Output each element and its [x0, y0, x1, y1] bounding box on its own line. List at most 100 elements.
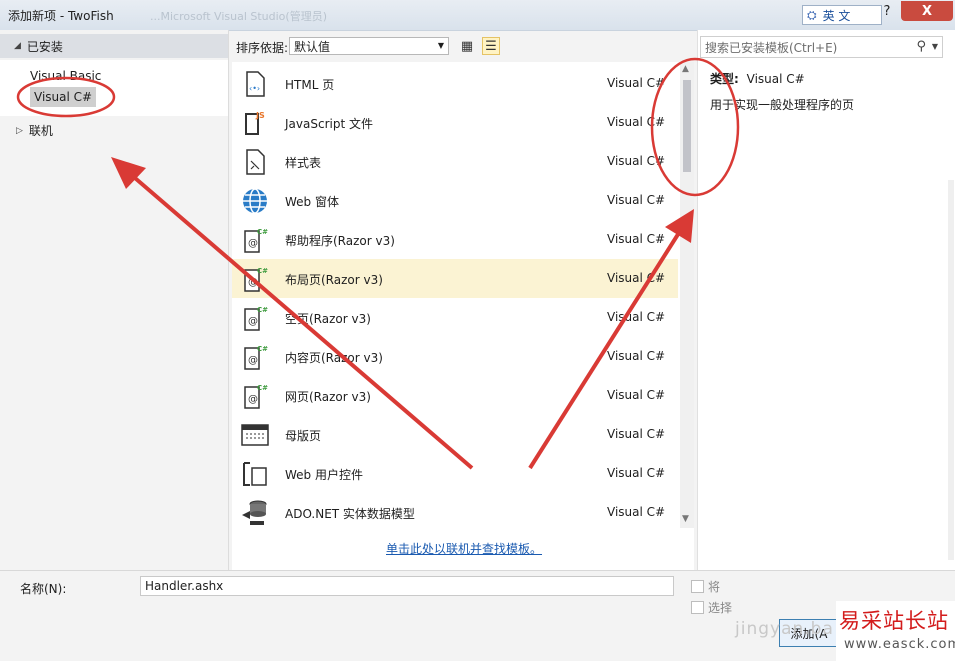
category-panel: ◢ 已安装 Visual Basic Visual C# ▷ 联机 — [0, 30, 229, 570]
svg-text:@: @ — [248, 277, 258, 288]
tree-item-online[interactable]: ▷ 联机 — [16, 122, 53, 139]
tree-item-visual-csharp[interactable]: Visual C# — [30, 87, 97, 107]
list-view-button[interactable]: ☰ — [482, 37, 500, 55]
grid-view-icon: ▦ — [460, 38, 474, 54]
javascript-file-icon: JS — [240, 109, 270, 137]
svg-text:C#: C# — [257, 267, 268, 275]
tree-item-visual-basic[interactable]: Visual Basic — [30, 66, 101, 86]
razor-file-icon: @ C# — [240, 226, 270, 254]
template-name: JavaScript 文件 — [285, 117, 373, 131]
details-panel: 搜索已安装模板(Ctrl+E) ⚲ ▼ 类型: Visual C# 用于实现一般… — [697, 30, 955, 570]
template-name: Web 用户控件 — [285, 468, 363, 482]
scrollbar-thumb[interactable] — [683, 80, 691, 172]
sort-label: 排序依据: — [236, 41, 289, 55]
template-lang: Visual C# — [607, 427, 666, 441]
title-bar: 添加新项 - TwoFish ...Microsoft Visual Studi… — [0, 0, 955, 31]
search-icon[interactable]: ⚲ — [916, 39, 926, 54]
template-lang: Visual C# — [607, 466, 666, 480]
template-row[interactable]: JS JavaScript 文件 Visual C# — [232, 103, 678, 142]
expanded-triangle-icon: ◢ — [14, 41, 21, 51]
razor-file-icon: @ C# — [240, 382, 270, 410]
template-lang: Visual C# — [607, 349, 666, 363]
installed-header[interactable]: ◢ 已安装 — [0, 34, 228, 58]
user-control-icon — [240, 460, 270, 488]
template-row[interactable]: @ C# 空页(Razor v3) Visual C# — [232, 298, 678, 337]
template-row[interactable]: 样式表 Visual C# — [232, 142, 678, 181]
svg-text:@: @ — [248, 355, 258, 366]
entity-model-icon — [240, 499, 270, 527]
search-placeholder: 搜索已安装模板(Ctrl+E) — [705, 40, 838, 55]
search-options-arrow-icon[interactable]: ▼ — [932, 42, 938, 51]
help-button[interactable]: ? — [877, 1, 897, 21]
template-name: 空页(Razor v3) — [285, 312, 371, 326]
name-label: 名称(N): — [20, 582, 67, 596]
medium-icons-view-button[interactable]: ▦ — [458, 37, 476, 55]
installed-label: 已安装 — [26, 39, 63, 54]
template-list: ‹•› HTML 页 Visual C# JS JavaScript 文件 Vi… — [232, 62, 694, 570]
template-name: 母版页 — [285, 429, 322, 443]
template-name: 布局页(Razor v3) — [285, 273, 383, 287]
template-lang: Visual C# — [607, 115, 666, 129]
template-name: 网页(Razor v3) — [285, 390, 371, 404]
template-row[interactable]: Web 用户控件 Visual C# — [232, 454, 678, 493]
template-lang: Visual C# — [607, 76, 666, 90]
template-name: ADO.NET 实体数据模型 — [285, 507, 415, 521]
search-input[interactable]: 搜索已安装模板(Ctrl+E) ⚲ ▼ — [700, 36, 943, 58]
template-name: Web 窗体 — [285, 195, 339, 209]
type-label: 类型: — [710, 72, 739, 86]
template-row[interactable]: ‹•› HTML 页 Visual C# — [232, 64, 678, 103]
template-lang: Visual C# — [607, 505, 666, 519]
details-scrollbar[interactable] — [948, 180, 954, 560]
type-line: 类型: Visual C# — [710, 70, 805, 87]
razor-file-icon: @ C# — [240, 343, 270, 371]
svg-text:‹•›: ‹•› — [249, 84, 260, 93]
template-lang: Visual C# — [607, 310, 666, 324]
template-row[interactable]: @ C# 帮助程序(Razor v3) Visual C# — [232, 220, 678, 259]
find-templates-online-link[interactable]: 单击此处以联机并查找模板。 — [386, 540, 542, 557]
svg-text:@: @ — [248, 238, 258, 249]
checkbox-1-label: 将 — [708, 580, 721, 594]
ime-indicator[interactable]: ⛭ 英 文 — [802, 5, 882, 25]
template-row[interactable]: @ C# 网页(Razor v3) Visual C# — [232, 376, 678, 415]
template-name: 内容页(Razor v3) — [285, 351, 383, 365]
template-row[interactable]: ADO.NET 实体数据模型 Visual C# — [232, 493, 678, 532]
template-lang: Visual C# — [607, 271, 666, 285]
name-field[interactable]: Handler.ashx — [140, 576, 674, 596]
checkbox-2[interactable] — [691, 601, 704, 614]
jingyan-watermark: jingyan.ba — [735, 619, 834, 639]
svg-text:@: @ — [248, 394, 258, 405]
template-row[interactable]: 母版页 Visual C# — [232, 415, 678, 454]
checkbox-1[interactable] — [691, 580, 704, 593]
svg-text:C#: C# — [257, 345, 268, 353]
html-page-icon: ‹•› — [240, 70, 270, 98]
list-view-icon: ☰ — [485, 38, 497, 54]
template-lang: Visual C# — [607, 154, 666, 168]
scroll-up-icon[interactable]: ▲ — [682, 64, 689, 74]
template-toolbar: 排序依据: 默认值 ▼ ▦ ☰ — [228, 30, 694, 62]
online-label: 联机 — [28, 124, 53, 138]
template-row[interactable]: Web 窗体 Visual C# — [232, 181, 678, 220]
template-list-scrollbar[interactable]: ▲ ▼ — [680, 62, 694, 528]
template-lang: Visual C# — [607, 388, 666, 402]
stylesheet-icon — [240, 148, 270, 176]
svg-text:C#: C# — [257, 384, 268, 392]
ime-label: 英 文 — [822, 8, 851, 23]
svg-text:JS: JS — [255, 111, 265, 120]
template-description: 用于实现一般处理程序的页 — [710, 98, 855, 112]
master-page-icon — [240, 421, 270, 449]
checkbox-2-label: 选择 — [708, 601, 733, 615]
sort-dropdown[interactable]: 默认值 ▼ — [289, 37, 449, 55]
template-lang: Visual C# — [607, 232, 666, 246]
sort-value: 默认值 — [294, 39, 331, 54]
svg-text:C#: C# — [257, 306, 268, 314]
site-watermark-cn: 易采站长站 — [839, 609, 949, 633]
background-window-title: ...Microsoft Visual Studio(管理员) — [150, 10, 327, 23]
scroll-down-icon[interactable]: ▼ — [682, 514, 689, 524]
close-button[interactable]: X — [901, 1, 953, 21]
collapsed-triangle-icon: ▷ — [16, 125, 23, 136]
template-row[interactable]: @ C# 内容页(Razor v3) Visual C# — [232, 337, 678, 376]
template-row-selected[interactable]: @ C# 布局页(Razor v3) Visual C# — [232, 259, 678, 298]
window-title: 添加新项 - TwoFish — [8, 9, 114, 23]
svg-text:@: @ — [248, 316, 258, 327]
site-watermark-url: www.easck.com — [844, 637, 955, 652]
